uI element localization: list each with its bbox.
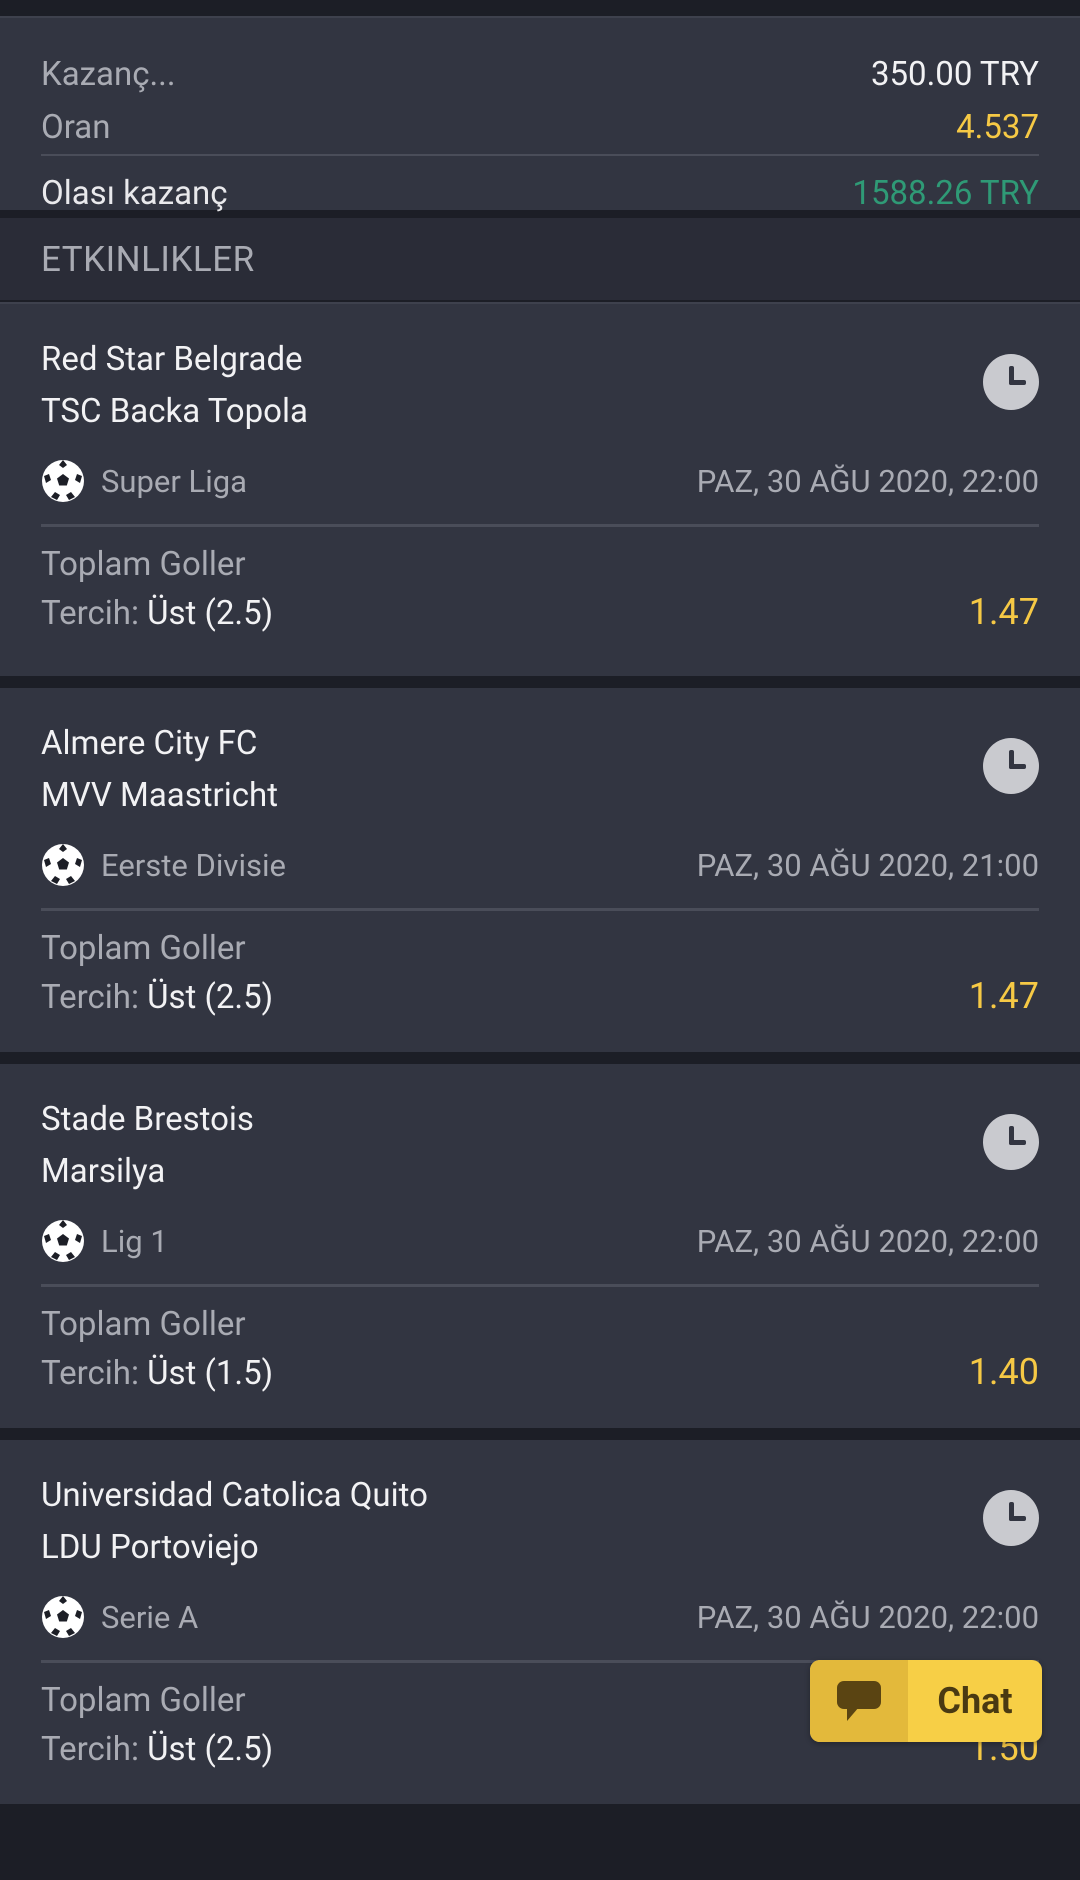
chat-button[interactable]: Chat (810, 1660, 1042, 1742)
away-team: MVV Maastricht (41, 776, 279, 815)
pick-value: Üst (1.5) (147, 1354, 274, 1393)
event-card[interactable]: Stade Brestois Marsilya Lig 1 PAZ, 30 AĞ… (0, 1064, 1080, 1440)
event-datetime: PAZ, 30 AĞU 2020, 21:00 (696, 846, 1039, 884)
clock-icon (983, 1114, 1039, 1170)
pick-value: Üst (2.5) (147, 1730, 274, 1769)
market-name: Toplam Goller (41, 545, 246, 584)
bet-summary: Kazanç... 350.00 TRY Oran 4.537 Olası ka… (0, 18, 1080, 218)
event-datetime: PAZ, 30 AĞU 2020, 22:00 (696, 1598, 1039, 1636)
event-meta: Eerste Divisie PAZ, 30 AĞU 2020, 21:00 (41, 830, 1039, 911)
home-team: Almere City FC (41, 724, 258, 763)
event-meta: Super Liga PAZ, 30 AĞU 2020, 22:00 (41, 446, 1039, 527)
selection-odds: 1.47 (968, 591, 1039, 633)
total-odds-value: 4.537 (956, 107, 1039, 147)
pick: Tercih: Üst (2.5) (41, 973, 1039, 1023)
soccer-ball-icon (42, 1596, 84, 1638)
event-teams: Almere City FC MVV Maastricht (41, 688, 1039, 826)
event-card[interactable]: Red Star Belgrade TSC Backa Topola Super… (0, 302, 1080, 688)
stake-row: Kazanç... 350.00 TRY (41, 48, 1039, 100)
league: Eerste Divisie (41, 843, 286, 887)
event-card[interactable]: Almere City FC MVV Maastricht Eerste Div… (0, 688, 1080, 1064)
league: Serie A (41, 1595, 198, 1639)
clock-icon (983, 738, 1039, 794)
chat-label: Chat (937, 1680, 1013, 1722)
payout-value: 1588.26 TRY (852, 173, 1039, 213)
home-team: Red Star Belgrade (41, 340, 303, 379)
home-team: Stade Brestois (41, 1100, 254, 1139)
chat-bubble-icon (837, 1681, 881, 1721)
market-name: Toplam Goller (41, 929, 246, 968)
event-teams: Universidad Catolica Quito LDU Portoviej… (41, 1440, 1039, 1578)
soccer-ball-icon (42, 1220, 84, 1262)
top-divider (0, 0, 1080, 18)
odds-label: Oran (41, 107, 111, 147)
pick-label: Tercih: (41, 978, 139, 1017)
league: Super Liga (41, 459, 247, 503)
pick-label: Tercih: (41, 594, 139, 633)
bet-selection: Toplam Goller Tercih: Üst (2.5) 1.47 (41, 911, 1039, 1023)
odds-row: Oran 4.537 (41, 100, 1039, 156)
pick-label: Tercih: (41, 1354, 139, 1393)
home-team: Universidad Catolica Quito (41, 1476, 428, 1515)
away-team: TSC Backa Topola (41, 392, 308, 431)
pick-value: Üst (2.5) (147, 594, 274, 633)
pick-label: Tercih: (41, 1730, 139, 1769)
event-teams: Stade Brestois Marsilya (41, 1064, 1039, 1202)
stake-value: 350.00 TRY (870, 54, 1039, 94)
clock-icon (983, 354, 1039, 410)
league-name: Super Liga (101, 462, 248, 500)
market-name: Toplam Goller (41, 1305, 246, 1344)
payout-label: Olası kazanç (41, 173, 228, 213)
soccer-ball-icon (42, 460, 84, 502)
event-meta: Serie A PAZ, 30 AĞU 2020, 22:00 (41, 1582, 1039, 1663)
clock-icon (983, 1490, 1039, 1546)
events-section-header: ETKINLIKLER (0, 218, 1080, 302)
pick-value: Üst (2.5) (147, 978, 274, 1017)
pick: Tercih: Üst (2.5) (41, 589, 1039, 639)
event-card[interactable]: Universidad Catolica Quito LDU Portoviej… (0, 1440, 1080, 1816)
event-datetime: PAZ, 30 AĞU 2020, 22:00 (696, 1222, 1039, 1260)
event-meta: Lig 1 PAZ, 30 AĞU 2020, 22:00 (41, 1206, 1039, 1287)
selection-odds: 1.47 (968, 975, 1039, 1017)
chat-icon-area (810, 1660, 908, 1742)
bet-selection: Toplam Goller Tercih: Üst (2.5) 1.47 (41, 527, 1039, 639)
soccer-ball-icon (42, 844, 84, 886)
league-name: Serie A (101, 1598, 199, 1636)
league-name: Lig 1 (101, 1222, 168, 1260)
league: Lig 1 (41, 1219, 168, 1263)
league-name: Eerste Divisie (101, 846, 286, 884)
away-team: Marsilya (41, 1152, 166, 1191)
away-team: LDU Portoviejo (41, 1528, 259, 1567)
stake-label: Kazanç... (41, 54, 176, 94)
event-datetime: PAZ, 30 AĞU 2020, 22:00 (696, 462, 1039, 500)
pick: Tercih: Üst (1.5) (41, 1349, 1039, 1399)
selection-odds: 1.40 (968, 1351, 1039, 1393)
event-teams: Red Star Belgrade TSC Backa Topola (41, 304, 1039, 442)
bet-selection: Toplam Goller Tercih: Üst (1.5) 1.40 (41, 1287, 1039, 1399)
